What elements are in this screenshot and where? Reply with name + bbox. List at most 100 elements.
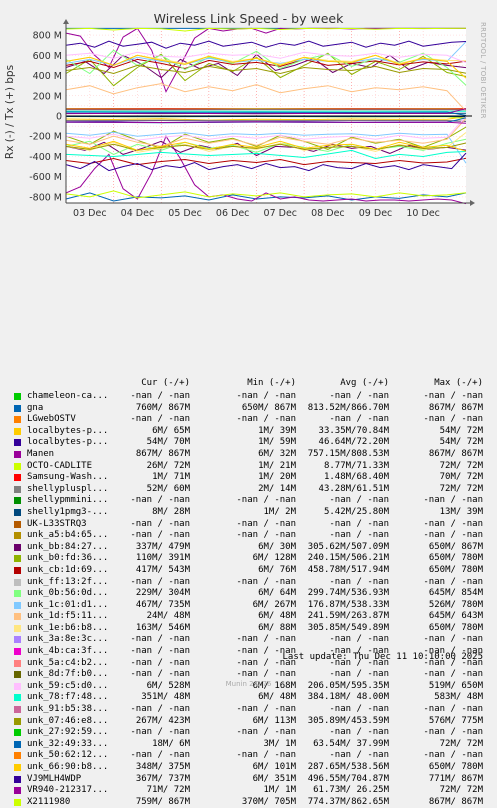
legend-min: 6M/ 48M [258,611,296,623]
x-axis-arrow [470,200,475,206]
legend-row: shellypmmini...-nan / -nan-nan / -nan-na… [0,495,497,507]
legend-avg: 384.18M/ 48.00M [308,692,389,704]
legend-row: chameleon-ca...-nan / -nan-nan / -nan-na… [0,391,497,403]
legend-table: Cur (-/+) Min (-/+) Avg (-/+) Max (-/+) … [0,378,497,808]
legend-avg: -nan / -nan [329,414,389,426]
legend-row: unk_50:62:12...-nan / -nan-nan / -nan-na… [0,750,497,762]
legend-min: 6M/ 76M [258,565,296,577]
legend-swatch [14,671,21,678]
legend-cur: -nan / -nan [130,750,190,762]
legend-cur: -nan / -nan [130,658,190,670]
legend-row: unk_cb:1d:69...417M/ 543M6M/ 76M458.78M/… [0,565,497,577]
y-tick-label: -400 M [29,152,62,163]
legend-max: 72M/ 72M [440,785,483,797]
legend-swatch [14,497,21,504]
legend-avg: 1.48M/68.40M [324,472,389,484]
legend-avg: 757.15M/808.53M [308,449,389,461]
legend-cur: 467M/ 735M [136,600,190,612]
legend-swatch [14,787,21,794]
legend-min: -nan / -nan [236,414,296,426]
legend-header: Cur (-/+) Min (-/+) Avg (-/+) Max (-/+) [0,378,497,391]
x-tick-label: 05 Dec [168,208,202,219]
legend-swatch [14,428,21,435]
legend-max: 650M/ 867M [429,542,483,554]
legend-cur: 52M/ 60M [147,484,190,496]
legend-name: chameleon-ca... [27,391,108,403]
legend-row: unk_78:f7:48...351M/ 48M6M/ 48M384.18M/ … [0,692,497,704]
legend-row: unk_27:92:59...-nan / -nan-nan / -nan-na… [0,727,497,739]
legend-min: -nan / -nan [236,727,296,739]
legend-min: 6M/ 32M [258,449,296,461]
legend-max: 526M/ 780M [429,600,483,612]
legend-max: 72M/ 72M [440,484,483,496]
legend-avg: -nan / -nan [329,530,389,542]
legend-row: unk_91:b5:38...-nan / -nan-nan / -nan-na… [0,704,497,716]
x-tick-label: 08 Dec [311,208,345,219]
legend-name: unk_07:46:e8... [27,716,108,728]
legend-name: Manen [27,449,54,461]
legend-name: Samsung-Wash... [27,472,108,484]
legend-min: -nan / -nan [236,391,296,403]
header-max: Max (-/+) [434,378,483,390]
legend-name: unk_1c:01:d1... [27,600,108,612]
legend-min: -nan / -nan [236,577,296,589]
legend-avg: 305.89M/453.59M [308,716,389,728]
legend-min: 1M/ 21M [258,461,296,473]
legend-cur: 417M/ 543M [136,565,190,577]
legend-row: gna760M/ 867M650M/ 867M813.52M/866.70M86… [0,403,497,415]
legend-swatch [14,648,21,655]
legend-max: 583M/ 48M [434,692,483,704]
legend-avg: 458.78M/517.94M [308,565,389,577]
legend-max: -nan / -nan [423,634,483,646]
legend-swatch [14,636,21,643]
legend-row: LGwebOSTV-nan / -nan-nan / -nan-nan / -n… [0,414,497,426]
header-avg: Avg (-/+) [340,378,389,390]
legend-name: unk_3a:8e:3c... [27,634,108,646]
legend-max: 54M/ 72M [440,426,483,438]
legend-name: unk_50:62:12... [27,750,108,762]
legend-cur: 24M/ 48M [147,611,190,623]
legend-avg: 176.87M/538.33M [308,600,389,612]
legend-avg: 305.62M/507.09M [308,542,389,554]
legend-avg: 813.52M/866.70M [308,403,389,415]
x-tick-label: 03 Dec [73,208,107,219]
legend-swatch [14,579,21,586]
legend-max: 771M/ 867M [429,774,483,786]
legend-cur: -nan / -nan [130,727,190,739]
legend-max: 650M/ 780M [429,762,483,774]
legend-cur: 867M/ 867M [136,449,190,461]
legend-swatch [14,764,21,771]
legend-avg: 46.64M/72.20M [319,437,389,449]
legend-name: unk_4b:ca:3f... [27,646,108,658]
legend-name: unk_91:b5:38... [27,704,108,716]
legend-avg: -nan / -nan [329,495,389,507]
legend-row: unk_0b:56:0d...229M/ 304M6M/ 64M299.74M/… [0,588,497,600]
legend-swatch [14,590,21,597]
legend-swatch [14,486,21,493]
legend-swatch [14,776,21,783]
legend-row: VJ9MLH4WDP367M/ 737M6M/ 351M496.55M/704.… [0,774,497,786]
legend-cur: 6M/ 65M [152,426,190,438]
legend-swatch [14,416,21,423]
y-tick-label: 0 [56,112,62,123]
legend-max: -nan / -nan [423,727,483,739]
legend-row: Manen867M/ 867M6M/ 32M757.15M/808.53M867… [0,449,497,461]
legend-swatch [14,439,21,446]
x-tick-label: 07 Dec [264,208,298,219]
legend-avg: 241.59M/263.87M [308,611,389,623]
legend-min: 650M/ 867M [242,403,296,415]
legend-max: -nan / -nan [423,750,483,762]
legend-max: -nan / -nan [423,519,483,531]
legend-cur: -nan / -nan [130,519,190,531]
legend-min: 2M/ 14M [258,484,296,496]
legend-cur: -nan / -nan [130,391,190,403]
legend-row: unk_a5:b4:65...-nan / -nan-nan / -nan-na… [0,530,497,542]
legend-avg: 496.55M/704.87M [308,774,389,786]
legend-max: 576M/ 775M [429,716,483,728]
legend-name: unk_78:f7:48... [27,692,108,704]
legend-name: OCTO-CADLITE [27,461,92,473]
legend-max: 867M/ 867M [429,403,483,415]
legend-max: -nan / -nan [423,414,483,426]
legend-cur: -nan / -nan [130,646,190,658]
legend-row: unk_bb:84:27...337M/ 479M6M/ 30M305.62M/… [0,542,497,554]
